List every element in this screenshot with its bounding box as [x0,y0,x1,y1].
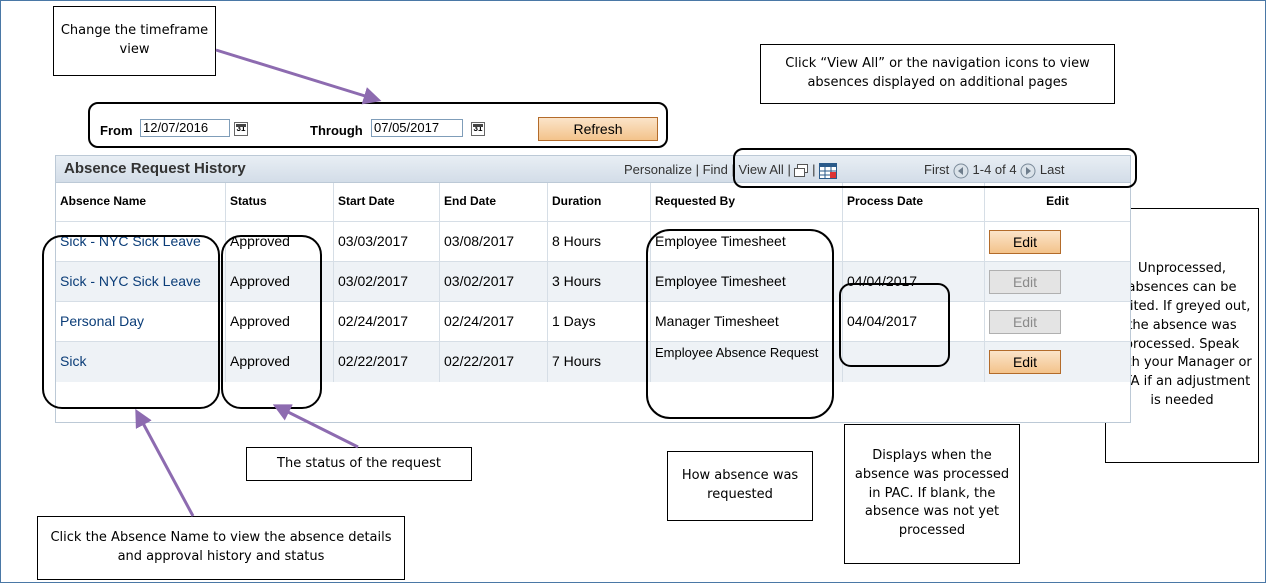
arrow-status [272,404,359,449]
annotation-arrows [135,48,382,517]
arrow-absence-name [135,408,195,517]
arrow-timeframe [215,48,382,105]
